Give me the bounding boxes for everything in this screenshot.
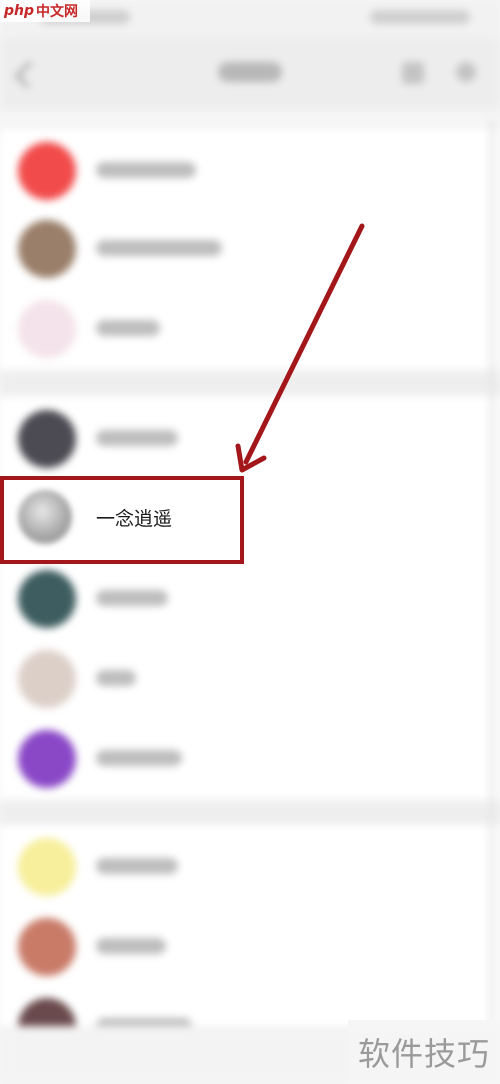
logo-site-name: 中文网 <box>36 4 79 20</box>
avatar <box>18 730 76 788</box>
status-icons <box>370 10 470 24</box>
back-arrow-icon[interactable] <box>15 61 42 88</box>
logo-brand: php <box>4 3 35 19</box>
avatar <box>18 300 76 358</box>
contact-name <box>96 750 182 766</box>
contact-name <box>96 240 222 256</box>
contact-name <box>96 938 166 954</box>
contact-name <box>96 320 160 336</box>
highlight-box <box>0 476 244 564</box>
contact-row[interactable] <box>0 398 500 478</box>
nav-title <box>218 62 282 82</box>
nav-bar <box>0 38 500 110</box>
contact-row[interactable] <box>0 826 500 906</box>
avatar <box>18 142 76 200</box>
site-logo: php 中文网 <box>0 0 90 22</box>
contact-name <box>96 430 178 446</box>
contact-row[interactable] <box>0 906 500 986</box>
avatar <box>18 570 76 628</box>
contact-name <box>96 670 136 686</box>
section-divider <box>0 372 500 394</box>
contact-name <box>96 590 168 606</box>
contact-row[interactable] <box>0 638 500 718</box>
more-icon[interactable] <box>456 62 476 82</box>
avatar <box>18 410 76 468</box>
avatar <box>18 838 76 896</box>
search-icon[interactable] <box>402 62 424 84</box>
contact-row[interactable] <box>0 288 500 368</box>
contact-row[interactable] <box>0 130 500 210</box>
watermark: 软件技巧 <box>348 1020 500 1084</box>
contact-name <box>96 858 178 874</box>
section-divider <box>0 802 500 824</box>
scrollbar[interactable] <box>490 120 494 1040</box>
contact-row[interactable] <box>0 208 500 288</box>
contact-row[interactable] <box>0 718 500 798</box>
avatar <box>18 918 76 976</box>
contact-name <box>96 162 196 178</box>
avatar <box>18 220 76 278</box>
avatar <box>18 650 76 708</box>
contact-row[interactable] <box>0 558 500 638</box>
